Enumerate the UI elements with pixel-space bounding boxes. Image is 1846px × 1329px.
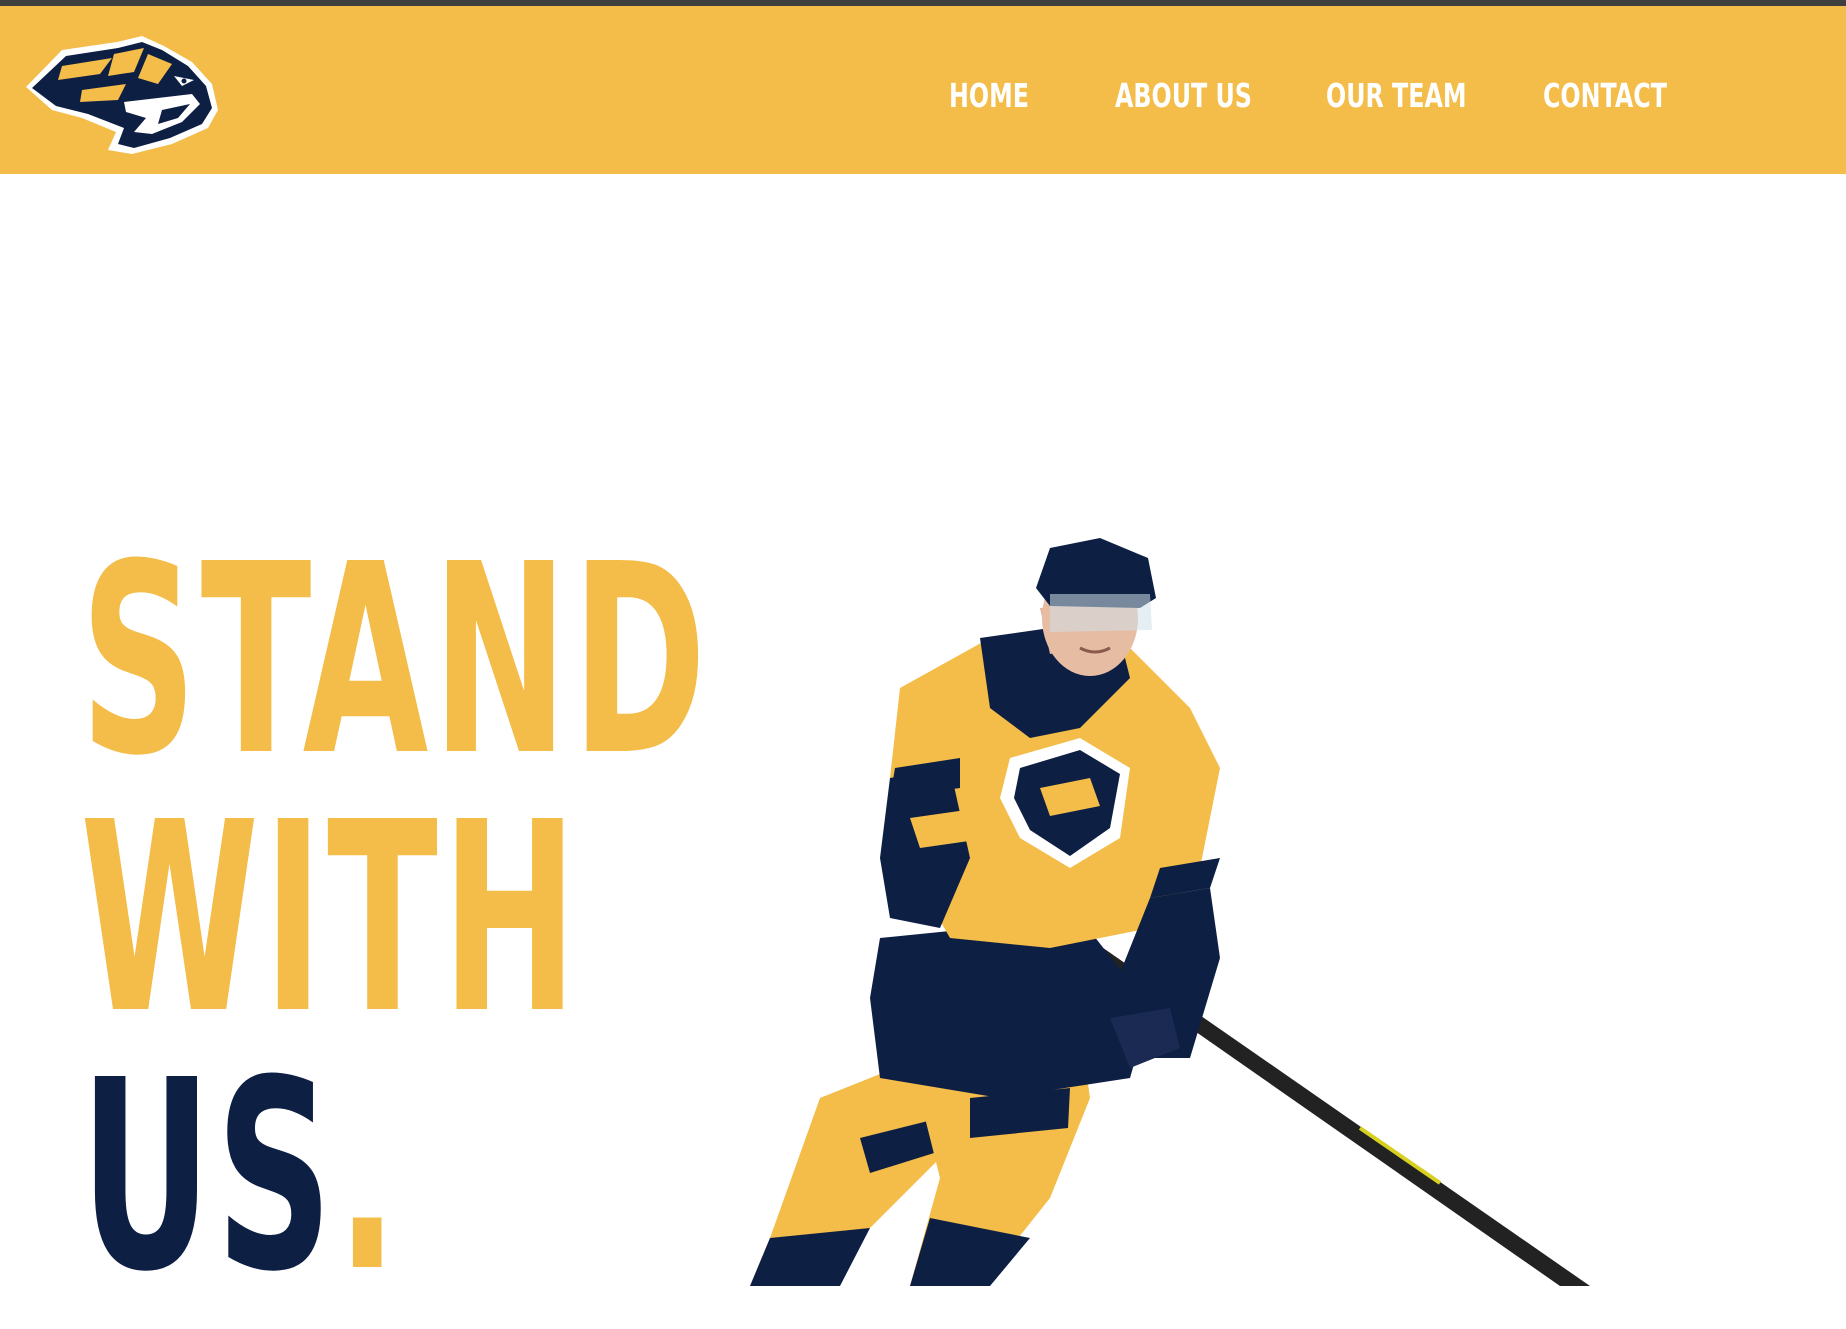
site-header: HOME ABOUT US OUR TEAM CONTACT — [0, 6, 1846, 174]
hero-headline: STAND WITH US. — [80, 508, 780, 1308]
main-nav: HOME ABOUT US OUR TEAM CONTACT — [0, 66, 1846, 126]
hockey-player-image — [750, 538, 1670, 1286]
nav-contact[interactable]: CONTACT — [1543, 66, 1667, 126]
nav-our-team[interactable]: OUR TEAM — [1326, 66, 1467, 126]
nav-about-us[interactable]: ABOUT US — [1115, 66, 1252, 126]
nav-home[interactable]: HOME — [949, 66, 1029, 126]
hero-period: . — [336, 1024, 402, 1329]
hero-word-us: US — [80, 1024, 337, 1329]
hero-line-us: US. — [80, 1046, 402, 1308]
hockey-player-icon — [750, 538, 1590, 1286]
hero-line-with: WITH — [80, 766, 582, 1071]
hero-line-stand: STAND — [80, 508, 711, 813]
